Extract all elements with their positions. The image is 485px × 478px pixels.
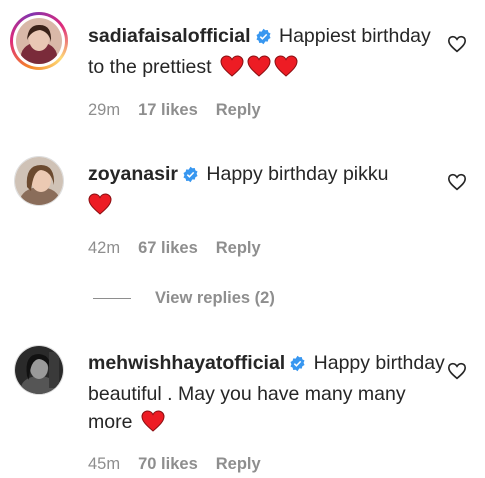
view-replies-label: View replies (2) [155,289,275,307]
comment-username[interactable]: sadiafaisalofficial [88,25,251,47]
red-heart-emoji-icon [220,55,244,85]
comment-time: 45m [88,455,121,473]
red-heart-emoji-icon [141,410,165,440]
view-replies-button[interactable]: View replies (2) [93,289,275,308]
avatar-photo [14,156,64,206]
comment-body: zoyanasir Happy birthday pikku [88,160,445,223]
comment-username[interactable]: zoyanasir [88,163,178,185]
verified-badge-icon [289,352,306,380]
like-heart-icon[interactable] [447,362,467,380]
comment-likes[interactable]: 70 likes [138,455,198,474]
comment-text: Happy birthday pikku [206,163,389,185]
reply-button[interactable]: Reply [216,455,261,474]
like-heart-icon[interactable] [447,35,467,53]
view-replies-divider [93,298,131,299]
comment-time: 42m [88,239,121,257]
comment-meta: 45m 70 likes Reply [88,455,261,474]
comment-time: 29m [88,101,121,119]
avatar-photo [14,345,64,395]
reply-button[interactable]: Reply [216,101,261,120]
comment-likes[interactable]: 67 likes [138,239,198,258]
avatar[interactable] [10,12,68,70]
like-heart-icon[interactable] [447,173,467,191]
reply-button[interactable]: Reply [216,239,261,258]
comment-likes[interactable]: 17 likes [138,101,198,120]
avatar[interactable] [10,152,68,210]
comment-meta: 29m 17 likes Reply [88,101,261,120]
comment-body: sadiafaisalofficial Happiest birthday to… [88,22,445,85]
comment-body: mehwishhayatofficial Happy birthday beau… [88,349,445,440]
red-heart-emoji-icon [88,193,112,223]
avatar-photo [16,18,62,64]
verified-badge-icon [182,163,199,191]
verified-badge-icon [255,25,272,53]
comment-meta: 42m 67 likes Reply [88,239,261,258]
red-heart-emoji-icon [247,55,271,85]
red-heart-emoji-icon [274,55,298,85]
comment-username[interactable]: mehwishhayatofficial [88,352,285,374]
avatar[interactable] [10,341,68,399]
